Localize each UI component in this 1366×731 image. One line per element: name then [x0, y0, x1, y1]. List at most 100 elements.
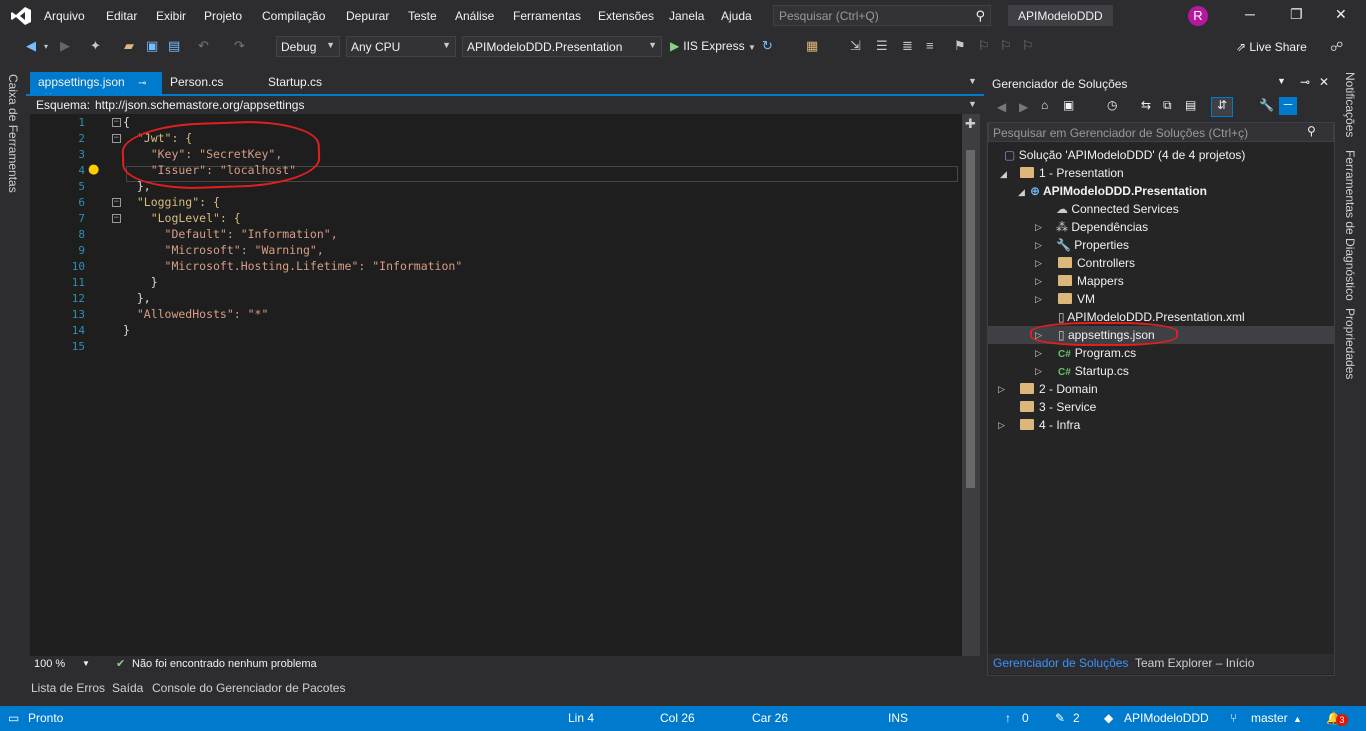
bookmark-folder-icon[interactable]: ⚐ [1022, 38, 1034, 54]
status-insert-mode[interactable]: INS [888, 711, 908, 725]
status-repo[interactable]: APIModeloDDD [1124, 711, 1209, 725]
collapsed-icon[interactable]: ▷ [1035, 294, 1042, 305]
history-icon[interactable]: ◷ [1107, 98, 1117, 112]
collapsed-icon[interactable]: ▷ [1035, 258, 1042, 269]
chevron-up-icon[interactable]: ▲ [1293, 714, 1302, 724]
pin-icon[interactable]: ⊸ [138, 78, 146, 89]
status-changes[interactable]: 2 [1073, 711, 1080, 725]
save-icon[interactable]: ▣ [146, 38, 158, 54]
tree-item-infra-folder[interactable]: 4 - Infra [1020, 418, 1080, 432]
lightbulb-icon[interactable]: ● [88, 162, 99, 177]
status-branch[interactable]: master [1251, 711, 1288, 725]
collapsed-icon[interactable]: ▷ [998, 420, 1005, 431]
close-panel-icon[interactable]: ✕ [1319, 75, 1329, 89]
code-editor[interactable]: ● 1 2 3 4 5 6 7 8 9 10 11 12 13 14 15 − … [30, 114, 964, 656]
comment-icon[interactable]: ≣ [902, 38, 913, 54]
solution-node[interactable]: ▢ Solução 'APIModeloDDD' (4 de 4 projeto… [1004, 148, 1245, 162]
collapsed-icon[interactable]: ▷ [1035, 240, 1042, 251]
issues-status[interactable]: Não foi encontrado nenhum problema [132, 658, 317, 670]
fold-toggle-icon[interactable]: − [112, 118, 121, 127]
tree-item-controllers[interactable]: Controllers [1058, 256, 1135, 270]
fold-toggle-icon[interactable]: − [112, 214, 121, 223]
status-line[interactable]: Lin 4 [568, 711, 594, 725]
uncomment-icon[interactable]: ≡ [926, 38, 934, 53]
tab-properties[interactable]: Propriedades [1343, 308, 1357, 379]
save-all-icon[interactable]: ▤ [168, 38, 180, 54]
tree-item-program-cs[interactable]: C# Program.cs [1058, 346, 1136, 360]
pin-icon[interactable]: ⊸ [1300, 75, 1310, 89]
bookmark-next-icon[interactable]: ⚐ [1000, 38, 1012, 54]
schema-url[interactable]: http://json.schemastore.org/appsettings [95, 98, 304, 112]
browse-icon[interactable]: ▦ [806, 38, 818, 54]
status-char[interactable]: Car 26 [752, 711, 788, 725]
expanded-icon[interactable]: ◢ [1000, 169, 1007, 180]
menu-analise[interactable]: Análise [455, 9, 494, 23]
tree-item-mappers[interactable]: Mappers [1058, 274, 1124, 288]
refresh-icon[interactable]: ↻ [762, 38, 773, 54]
status-unpushed[interactable]: 0 [1022, 711, 1029, 725]
chevron-down-icon[interactable]: ▼ [82, 659, 90, 668]
sync-icon[interactable]: ⇆ [1141, 98, 1151, 112]
tab-package-manager-console[interactable]: Console do Gerenciador de Pacotes [152, 681, 345, 695]
tree-item-connected-services[interactable]: ☁ Connected Services [1056, 202, 1179, 216]
home-icon[interactable]: ⌂ [1041, 98, 1048, 112]
tree-item-service-folder[interactable]: 3 - Service [1020, 400, 1096, 414]
menu-ajuda[interactable]: Ajuda [721, 9, 752, 23]
menu-projeto[interactable]: Projeto [204, 9, 242, 23]
live-share-button[interactable]: ⇗ Live Share [1236, 40, 1307, 54]
switch-views-icon[interactable]: ▣ [1063, 98, 1074, 112]
collapsed-icon[interactable]: ▷ [998, 384, 1005, 395]
properties-icon[interactable]: 🔧 [1259, 98, 1274, 112]
toolbox-tab[interactable]: Caixa de Ferramentas [6, 74, 20, 193]
open-folder-icon[interactable]: ▰ [124, 38, 134, 54]
minimize-panel-icon[interactable]: ─ [1279, 97, 1297, 115]
solution-search-input[interactable]: Pesquisar em Gerenciador de Soluções (Ct… [988, 122, 1334, 142]
fold-toggle-icon[interactable]: − [112, 198, 121, 207]
tab-team-explorer[interactable]: Team Explorer – Início [1135, 656, 1254, 670]
new-item-icon[interactable]: ✦ [90, 38, 101, 54]
zoom-select[interactable]: 100 % [34, 658, 65, 670]
menu-teste[interactable]: Teste [408, 9, 437, 23]
menu-ferramentas[interactable]: Ferramentas [513, 9, 581, 23]
expanded-icon[interactable]: ◢ [1018, 187, 1025, 198]
back-icon[interactable]: ◀ [26, 38, 36, 54]
branch-icon[interactable]: ⑂ [1230, 711, 1237, 725]
tab-output[interactable]: Saída [112, 681, 143, 695]
menu-editar[interactable]: Editar [106, 9, 137, 23]
menu-compilacao[interactable]: Compilação [262, 9, 325, 23]
pencil-icon[interactable]: ✎ [1055, 711, 1065, 725]
split-icon[interactable]: ✚ [965, 116, 976, 132]
tab-overflow-icon[interactable]: ▼ [968, 76, 977, 86]
repo-icon[interactable]: ◆ [1104, 711, 1113, 725]
startup-project-select[interactable]: APIModeloDDD.Presentation ▼ [462, 36, 662, 57]
tree-item-project[interactable]: ⊕ APIModeloDDD.Presentation [1030, 184, 1207, 198]
collapse-all-icon[interactable]: ⧉ [1163, 98, 1172, 113]
tab-error-list[interactable]: Lista de Erros [31, 681, 105, 695]
run-button[interactable]: ▶ IIS Express ▼ [670, 39, 756, 53]
status-col[interactable]: Col 26 [660, 711, 695, 725]
back-dropdown-icon[interactable]: ▾ [44, 42, 48, 51]
tree-item-presentation-folder[interactable]: 1 - Presentation [1020, 166, 1124, 180]
tab-solution-explorer[interactable]: Gerenciador de Soluções [993, 656, 1128, 670]
bookmark-prev-icon[interactable]: ⚐ [978, 38, 990, 54]
chevron-down-icon[interactable]: ▼ [968, 99, 977, 109]
tab-notifications[interactable]: Notificações [1343, 72, 1357, 137]
step-icon[interactable]: ⇲ [850, 38, 861, 54]
forward-icon[interactable]: ▶ [1019, 100, 1028, 114]
fold-toggle-icon[interactable]: − [112, 134, 121, 143]
redo-icon[interactable]: ↷ [234, 38, 245, 54]
tab-appsettings-json[interactable]: appsettings.json ⊸ ✕ [30, 72, 162, 103]
minimize-icon[interactable]: ─ [1245, 6, 1255, 22]
chevron-down-icon[interactable]: ▼ [1277, 76, 1286, 86]
tab-startup-cs[interactable]: Startup.cs [260, 72, 330, 94]
configuration-select[interactable]: Debug ▼ [276, 36, 340, 57]
format-icon[interactable]: ☰ [876, 38, 888, 54]
restore-icon[interactable]: ❐ [1290, 6, 1303, 23]
tree-item-dependencies[interactable]: ⁂ Dependências [1056, 220, 1148, 234]
tab-person-cs[interactable]: Person.cs [162, 72, 231, 94]
show-all-files-icon[interactable]: ▤ [1185, 98, 1196, 112]
menu-janela[interactable]: Janela [669, 9, 704, 23]
close-icon[interactable]: ✕ [1335, 6, 1347, 23]
collapsed-icon[interactable]: ▷ [1035, 348, 1042, 359]
menu-extensoes[interactable]: Extensões [598, 9, 654, 23]
